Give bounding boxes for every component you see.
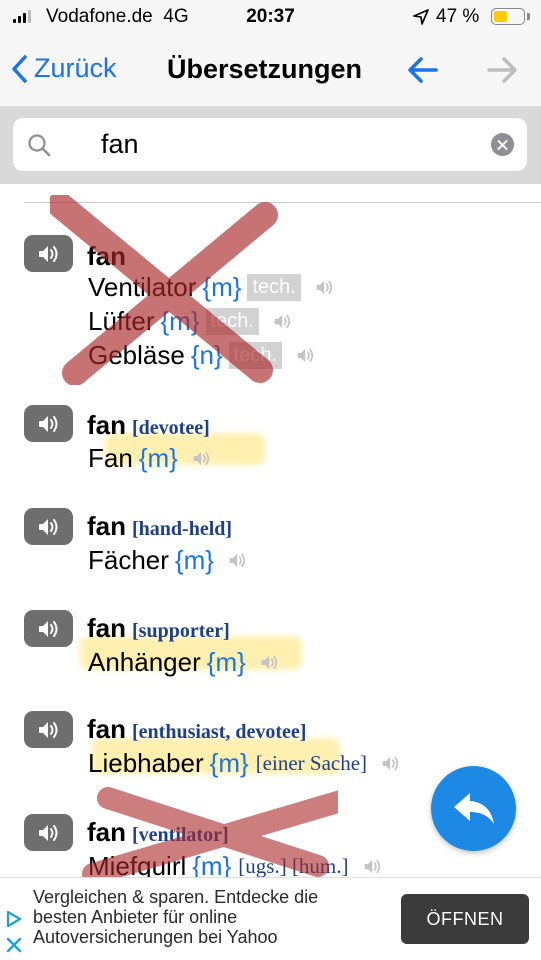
reply-arrow-icon — [453, 792, 494, 824]
speaker-button[interactable] — [24, 711, 73, 748]
list-item: fan [supporter] Anhänger {m} — [0, 607, 541, 687]
battery-tip — [527, 13, 530, 20]
qualifier: [supporter] — [132, 620, 230, 642]
qualifier: [devotee] — [132, 417, 210, 439]
reply-button[interactable] — [431, 766, 516, 851]
headword-line: fan [devotee] — [87, 410, 210, 441]
speaker-icon[interactable] — [260, 654, 280, 671]
gender-label: {m} — [138, 443, 178, 473]
qualifier: [enthusiast, devotee] — [132, 721, 307, 743]
translation-row: Fächer {m} — [88, 545, 248, 576]
speaker-icon — [38, 518, 57, 535]
translation-word[interactable]: Anhänger — [88, 647, 201, 678]
list-item: fan [devotee] Fan {m} — [0, 402, 541, 482]
speaker-icon — [38, 415, 57, 432]
translation-row: Ventilator {m} tech. — [88, 272, 335, 303]
qualifier: [ventilator] — [132, 824, 229, 846]
search-icon — [28, 134, 51, 157]
status-bar: Vodafone.de 4G 20:37 47 % — [0, 0, 541, 36]
speaker-icon[interactable] — [381, 755, 401, 772]
translation-row: Miefquirl {m} [ugs.] [hum.] — [88, 851, 383, 877]
usage-note: [ugs.] [hum.] — [238, 854, 349, 877]
location-arrow-icon — [413, 9, 429, 25]
speaker-icon — [38, 721, 57, 738]
speaker-icon[interactable] — [363, 858, 383, 875]
headword: fan — [87, 241, 126, 271]
translation-word[interactable]: Lüfter — [88, 306, 155, 337]
divider — [24, 202, 541, 203]
arrow-left-icon[interactable] — [407, 56, 439, 84]
headword: fan — [87, 817, 126, 847]
headword: fan — [87, 613, 126, 643]
page-title: Übersetzungen — [167, 54, 363, 84]
translation-row: Gebläse {n} tech. — [88, 340, 316, 371]
speaker-button[interactable] — [24, 610, 73, 647]
translation-word[interactable]: Ventilator — [88, 272, 196, 303]
ad-banner[interactable]: Vergleichen & sparen. Entdecke die beste… — [0, 877, 541, 960]
arrow-right-icon — [487, 57, 517, 83]
ad-text[interactable]: Vergleichen & sparen. Entdecke die beste… — [33, 887, 373, 947]
navigation-bar: Zurück Übersetzungen — [0, 36, 541, 106]
search-input[interactable] — [101, 128, 481, 160]
subject-tag: tech. — [205, 308, 259, 335]
gender-label: {m} — [209, 748, 249, 778]
translation-row: Anhänger {m} — [88, 647, 280, 678]
translation-row: Fan {m} — [88, 443, 212, 474]
gender-label: {m} — [206, 647, 246, 677]
speaker-button[interactable] — [24, 235, 73, 272]
speaker-button[interactable] — [24, 814, 73, 851]
speaker-icon[interactable] — [228, 552, 248, 569]
headword-line: fan [ventilator] — [87, 817, 229, 848]
headword: fan — [87, 410, 126, 440]
translation-word[interactable]: Fan — [88, 443, 133, 474]
battery-percentage: 47 % — [436, 6, 480, 27]
speaker-icon[interactable] — [296, 347, 316, 364]
headword-line: fan [enthusiast, devotee] — [87, 714, 306, 745]
search-bar-container — [0, 106, 541, 184]
subject-tag: tech. — [228, 342, 283, 369]
search-box — [13, 118, 527, 171]
gender-label: {m} — [174, 545, 214, 575]
adchoices-icon[interactable] — [5, 910, 23, 928]
qualifier: [hand-held] — [132, 518, 233, 540]
speaker-icon[interactable] — [192, 450, 212, 467]
speaker-icon[interactable] — [273, 313, 293, 330]
gender-label: {m} — [192, 851, 232, 877]
list-item: fan Ventilator {m} tech. Lüfter {m} tech… — [0, 232, 541, 382]
translation-word[interactable]: Gebläse — [88, 340, 185, 371]
battery-icon — [491, 8, 525, 25]
back-button-label: Zurück — [34, 53, 117, 83]
headword: fan — [87, 714, 126, 744]
open-ad-button[interactable]: ÖFFNEN — [401, 894, 529, 944]
speaker-icon[interactable] — [315, 279, 335, 296]
speaker-button[interactable] — [24, 405, 73, 442]
battery-level-fill — [494, 11, 508, 22]
gender-label: {n} — [190, 340, 223, 370]
speaker-icon — [38, 620, 57, 637]
translation-word[interactable]: Liebhaber — [88, 748, 204, 779]
speaker-icon — [38, 824, 57, 841]
headword: fan — [87, 511, 126, 541]
close-icon[interactable] — [5, 936, 23, 954]
headword-line: fan — [87, 241, 126, 272]
translation-row: Liebhaber {m} [einer Sache] — [88, 748, 401, 779]
list-item: fan [hand-held] Fächer {m} — [0, 505, 541, 585]
translation-row: Lüfter {m} tech. — [88, 306, 293, 337]
headword-line: fan [hand-held] — [87, 511, 232, 542]
gender-label: {m} — [202, 272, 242, 302]
gender-label: {m} — [160, 306, 200, 336]
headword-line: fan [supporter] — [87, 613, 230, 644]
speaker-icon — [38, 245, 57, 262]
clear-search-icon[interactable] — [491, 133, 514, 156]
speaker-button[interactable] — [24, 508, 73, 545]
usage-note: [einer Sache] — [255, 751, 368, 775]
chevron-left-icon — [12, 54, 27, 83]
translation-word[interactable]: Fächer — [88, 545, 169, 576]
back-button[interactable]: Zurück — [10, 53, 117, 84]
subject-tag: tech. — [247, 274, 301, 301]
translation-word[interactable]: Miefquirl — [88, 851, 186, 877]
